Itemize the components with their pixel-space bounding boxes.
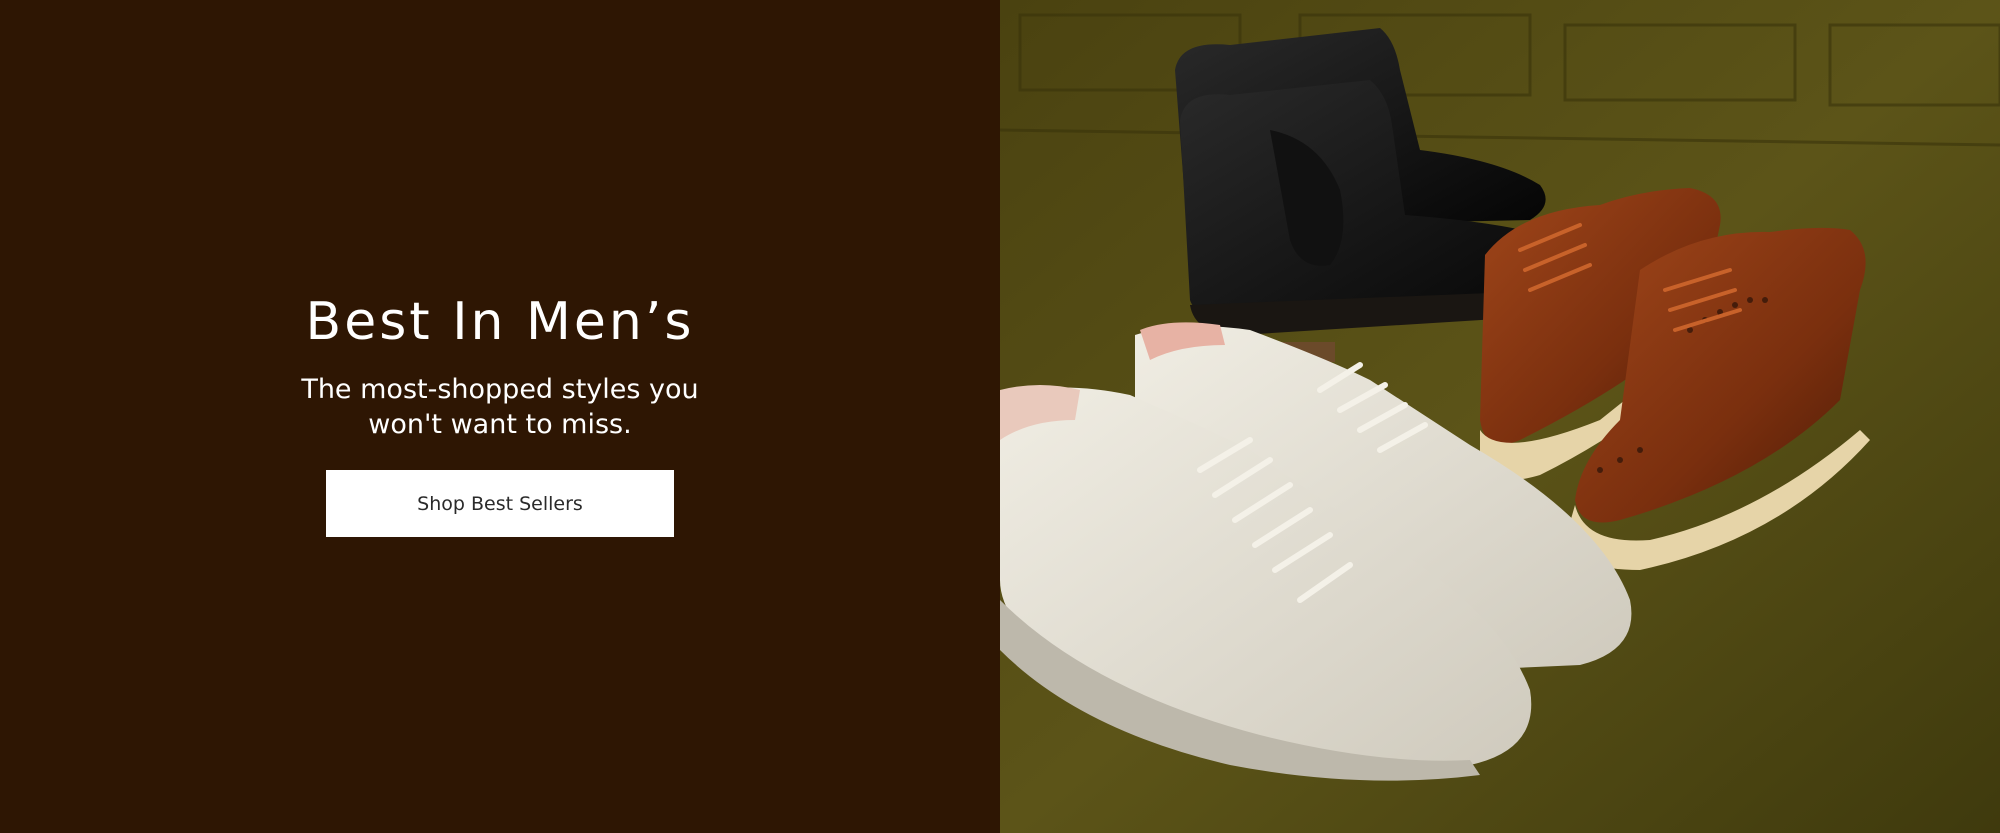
- hero-subtitle: The most-shopped styles you won't want t…: [301, 374, 699, 440]
- hero-product-image[interactable]: [1000, 0, 2000, 833]
- shop-best-sellers-button[interactable]: Shop Best Sellers: [326, 470, 674, 537]
- hero-text-panel: Best In Men’s The most-shopped styles yo…: [0, 0, 1000, 833]
- hero-title: Best In Men’s: [305, 292, 695, 352]
- mens-shoes-photo: [1000, 0, 2000, 833]
- hero-banner: Best In Men’s The most-shopped styles yo…: [0, 0, 2000, 833]
- hero-copy: Best In Men’s The most-shopped styles yo…: [0, 288, 1000, 537]
